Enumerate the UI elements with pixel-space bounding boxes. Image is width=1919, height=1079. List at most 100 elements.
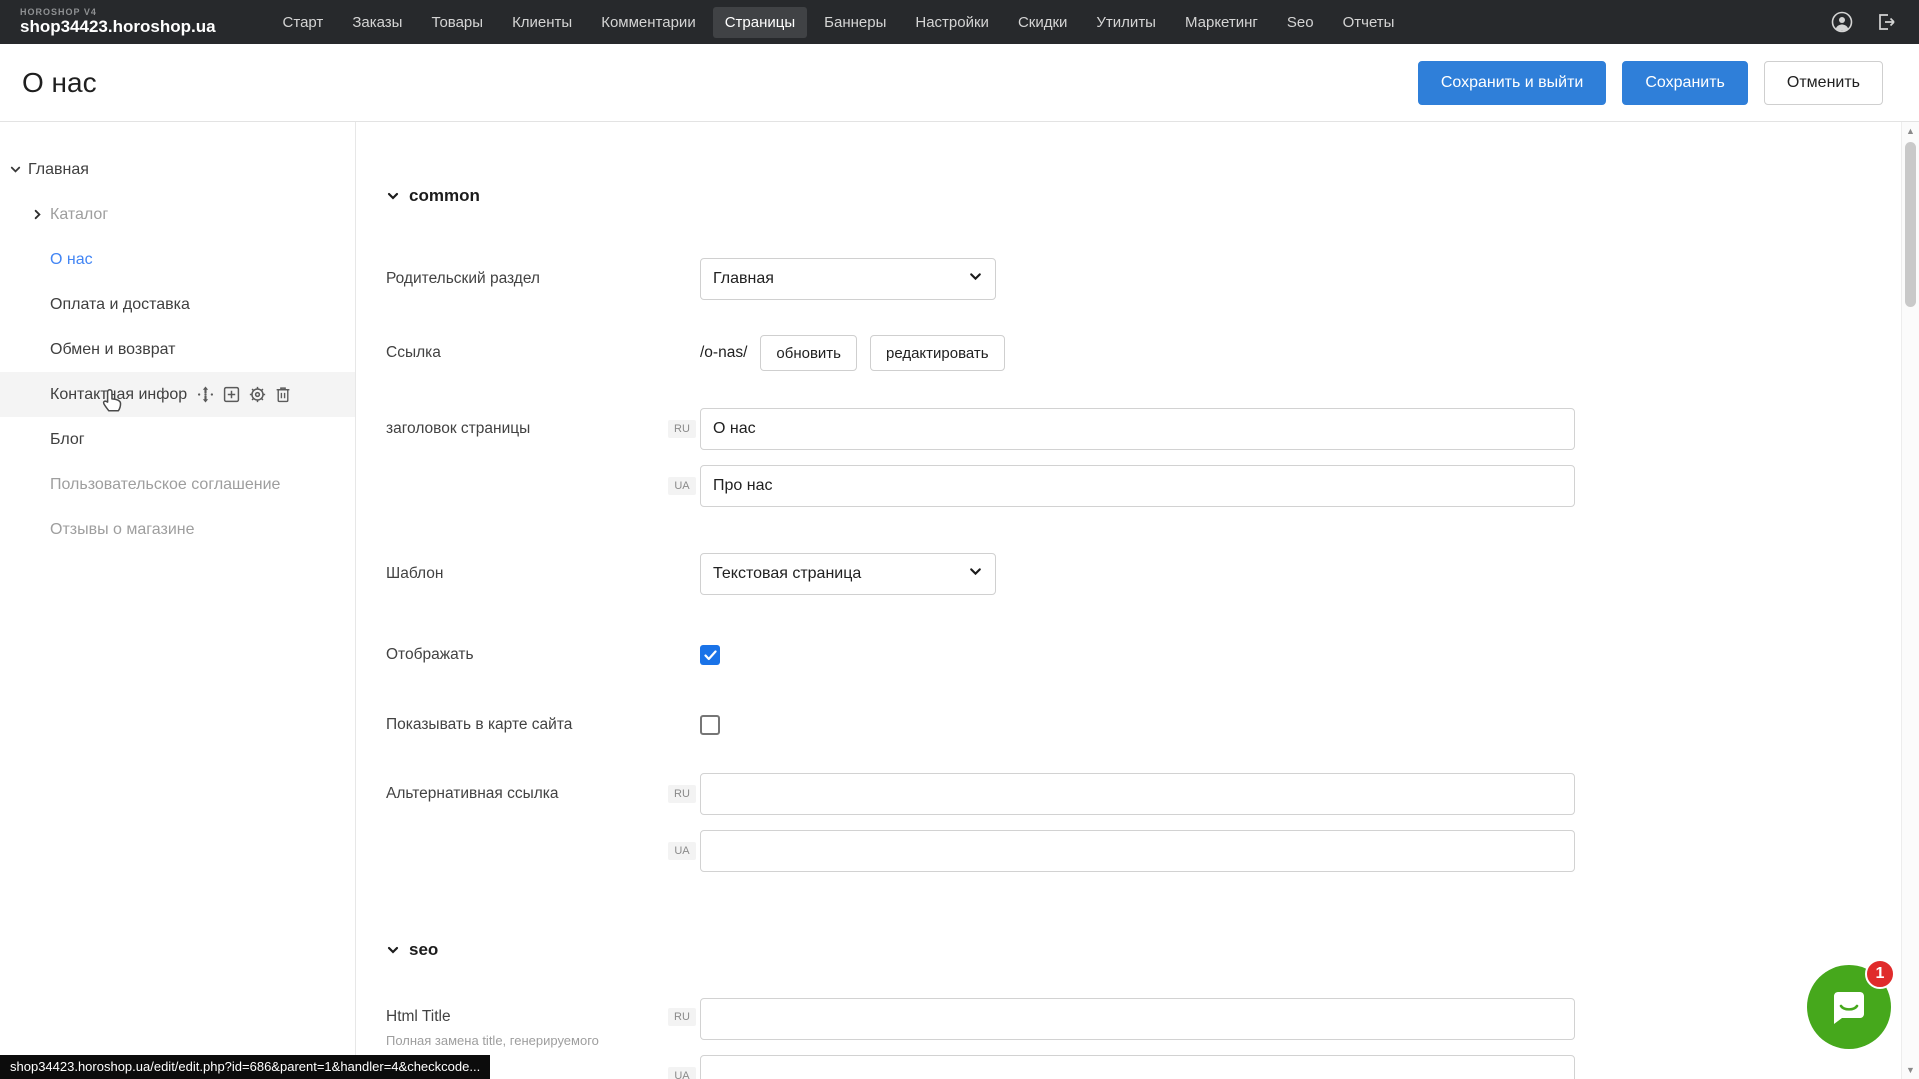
add-icon[interactable] bbox=[223, 386, 240, 403]
html-title-ua-input[interactable] bbox=[700, 1055, 1575, 1079]
link-label: Ссылка bbox=[386, 344, 700, 362]
menu-item-discounts[interactable]: Скидки bbox=[1006, 7, 1079, 38]
scrollbar-thumb[interactable] bbox=[1905, 142, 1916, 307]
settings-icon[interactable] bbox=[249, 386, 266, 403]
lang-tag-ru: RU bbox=[668, 1008, 696, 1026]
menu-item-seo[interactable]: Seo bbox=[1275, 7, 1326, 38]
display-checkbox-checked[interactable] bbox=[700, 645, 720, 665]
chevron-down-icon bbox=[968, 269, 983, 289]
page-title-ua-input[interactable] bbox=[700, 465, 1575, 507]
menu-item-start[interactable]: Старт bbox=[271, 7, 336, 38]
display-label: Отображать bbox=[386, 646, 700, 664]
lang-tag-ua: UA bbox=[668, 842, 696, 860]
user-account-icon[interactable] bbox=[1831, 11, 1853, 33]
template-label: Шаблон bbox=[386, 565, 700, 583]
save-and-exit-button[interactable]: Сохранить и выйти bbox=[1418, 61, 1607, 105]
tree-item-label: Оплата и доставка bbox=[50, 296, 190, 314]
check-icon bbox=[704, 650, 717, 661]
section-common-label: common bbox=[409, 186, 480, 206]
pages-tree-sidebar: Главная Каталог О нас Оплата и доставка … bbox=[0, 122, 356, 1079]
link-edit-button[interactable]: редактировать bbox=[870, 335, 1005, 371]
section-common[interactable]: common bbox=[386, 186, 480, 206]
scroll-down-arrow-icon[interactable]: ▼ bbox=[1902, 1065, 1919, 1075]
template-select[interactable]: Текстовая страница bbox=[700, 553, 996, 595]
chat-bubble-icon bbox=[1826, 984, 1872, 1030]
lang-tag-ru: RU bbox=[668, 420, 696, 438]
link-preview-status-bar: shop34423.horoshop.ua/edit/edit.php?id=6… bbox=[0, 1055, 490, 1079]
alt-link-ru-row: Альтернативная ссылка RU bbox=[386, 773, 1575, 815]
alt-link-ru-input[interactable] bbox=[700, 773, 1575, 815]
scroll-up-arrow-icon[interactable]: ▲ bbox=[1902, 126, 1919, 136]
section-seo-label: seo bbox=[409, 940, 438, 960]
menu-item-marketing[interactable]: Маркетинг bbox=[1173, 7, 1270, 38]
top-menu: Старт Заказы Товары Клиенты Комментарии … bbox=[271, 7, 1407, 38]
tree-item-otzyvy-o-magazine[interactable]: Отзывы о магазине bbox=[0, 507, 355, 552]
sitemap-checkbox-unchecked[interactable] bbox=[700, 715, 720, 735]
menu-item-orders[interactable]: Заказы bbox=[340, 7, 414, 38]
menu-item-pages[interactable]: Страницы bbox=[713, 7, 807, 38]
hand-cursor-icon bbox=[100, 387, 126, 420]
tree-item-label: Главная bbox=[28, 161, 89, 179]
sitemap-label: Показывать в карте сайта bbox=[386, 716, 700, 734]
tree-item-actions bbox=[197, 386, 291, 403]
cancel-button[interactable]: Отменить bbox=[1764, 61, 1883, 105]
html-title-ru-input[interactable] bbox=[700, 998, 1575, 1040]
link-refresh-button[interactable]: обновить bbox=[760, 335, 857, 371]
html-title-label: Html Title bbox=[386, 1008, 451, 1025]
page-title-ua-row: UA bbox=[386, 465, 1575, 507]
display-row: Отображать bbox=[386, 643, 720, 667]
chevron-right-icon[interactable] bbox=[30, 208, 44, 222]
tree-item-blog[interactable]: Блог bbox=[0, 417, 355, 462]
html-title-ua-row: UA bbox=[386, 1055, 1575, 1079]
menu-item-products[interactable]: Товары bbox=[419, 7, 495, 38]
html-title-ru-row: Html Title Полная замена title, генериру… bbox=[386, 998, 1575, 1040]
brand-logo[interactable]: HOROSHOP V4 shop34423.horoshop.ua bbox=[20, 8, 216, 35]
tree-item-kontaktnaya-informatsiya[interactable]: Контактная инфор bbox=[0, 372, 355, 417]
tree-item-label: Обмен и возврат bbox=[50, 341, 175, 359]
tree-item-label: О нас bbox=[50, 251, 93, 269]
template-value: Текстовая страница bbox=[713, 565, 861, 583]
tree-item-o-nas-selected[interactable]: О нас bbox=[0, 237, 355, 282]
tree-item-glavnaya[interactable]: Главная bbox=[0, 147, 355, 192]
vertical-scrollbar[interactable]: ▲ ▼ bbox=[1901, 122, 1919, 1079]
page-edit-form: common Родительский раздел Главная Ссылк… bbox=[356, 122, 1901, 1079]
menu-item-settings[interactable]: Настройки bbox=[903, 7, 1001, 38]
page-header: О нас Сохранить и выйти Сохранить Отмени… bbox=[0, 44, 1919, 122]
top-navigation-bar: HOROSHOP V4 shop34423.horoshop.ua Старт … bbox=[0, 0, 1919, 44]
logout-icon[interactable] bbox=[1875, 11, 1897, 33]
menu-item-reports[interactable]: Отчеты bbox=[1331, 7, 1407, 38]
parent-section-row: Родительский раздел Главная bbox=[386, 258, 996, 300]
tree-item-polzovatelskoe-soglashenie[interactable]: Пользовательское соглашение bbox=[0, 462, 355, 507]
page-title-ru-input[interactable] bbox=[700, 408, 1575, 450]
delete-icon[interactable] bbox=[275, 386, 291, 403]
tree-item-oplata-i-dostavka[interactable]: Оплата и доставка bbox=[0, 282, 355, 327]
alt-link-ua-row: UA bbox=[386, 830, 1575, 872]
section-seo[interactable]: seo bbox=[386, 940, 438, 960]
parent-section-select[interactable]: Главная bbox=[700, 258, 996, 300]
tree-item-label: Пользовательское соглашение bbox=[50, 476, 280, 494]
tree-item-label: Блог bbox=[50, 431, 85, 449]
chat-launcher-button[interactable]: 1 bbox=[1807, 965, 1891, 1049]
lang-tag-ua: UA bbox=[668, 477, 696, 495]
tree-item-katalog[interactable]: Каталог bbox=[0, 192, 355, 237]
sitemap-row: Показывать в карте сайта bbox=[386, 713, 720, 737]
template-row: Шаблон Текстовая страница bbox=[386, 553, 996, 595]
menu-item-banners[interactable]: Баннеры bbox=[812, 7, 898, 38]
page-title-label: заголовок страницы bbox=[386, 420, 668, 438]
tree-item-obmen-i-vozvrat[interactable]: Обмен и возврат bbox=[0, 327, 355, 372]
chevron-down-icon bbox=[386, 189, 400, 203]
move-icon[interactable] bbox=[197, 386, 214, 403]
tree-item-label: Каталог bbox=[50, 206, 108, 224]
chevron-down-icon bbox=[386, 943, 400, 957]
save-button[interactable]: Сохранить bbox=[1622, 61, 1748, 105]
menu-item-comments[interactable]: Комментарии bbox=[589, 7, 707, 38]
brand-domain-label: shop34423.horoshop.ua bbox=[20, 18, 216, 36]
alt-link-ua-input[interactable] bbox=[700, 830, 1575, 872]
parent-section-label: Родительский раздел bbox=[386, 270, 700, 288]
link-row: Ссылка /o-nas/ обновить редактировать bbox=[386, 334, 1005, 372]
chevron-down-icon bbox=[968, 564, 983, 584]
menu-item-clients[interactable]: Клиенты bbox=[500, 7, 584, 38]
chevron-down-icon[interactable] bbox=[8, 163, 22, 177]
html-title-hint: Полная замена title, генерируемого bbox=[386, 1033, 668, 1048]
menu-item-utilities[interactable]: Утилиты bbox=[1084, 7, 1168, 38]
